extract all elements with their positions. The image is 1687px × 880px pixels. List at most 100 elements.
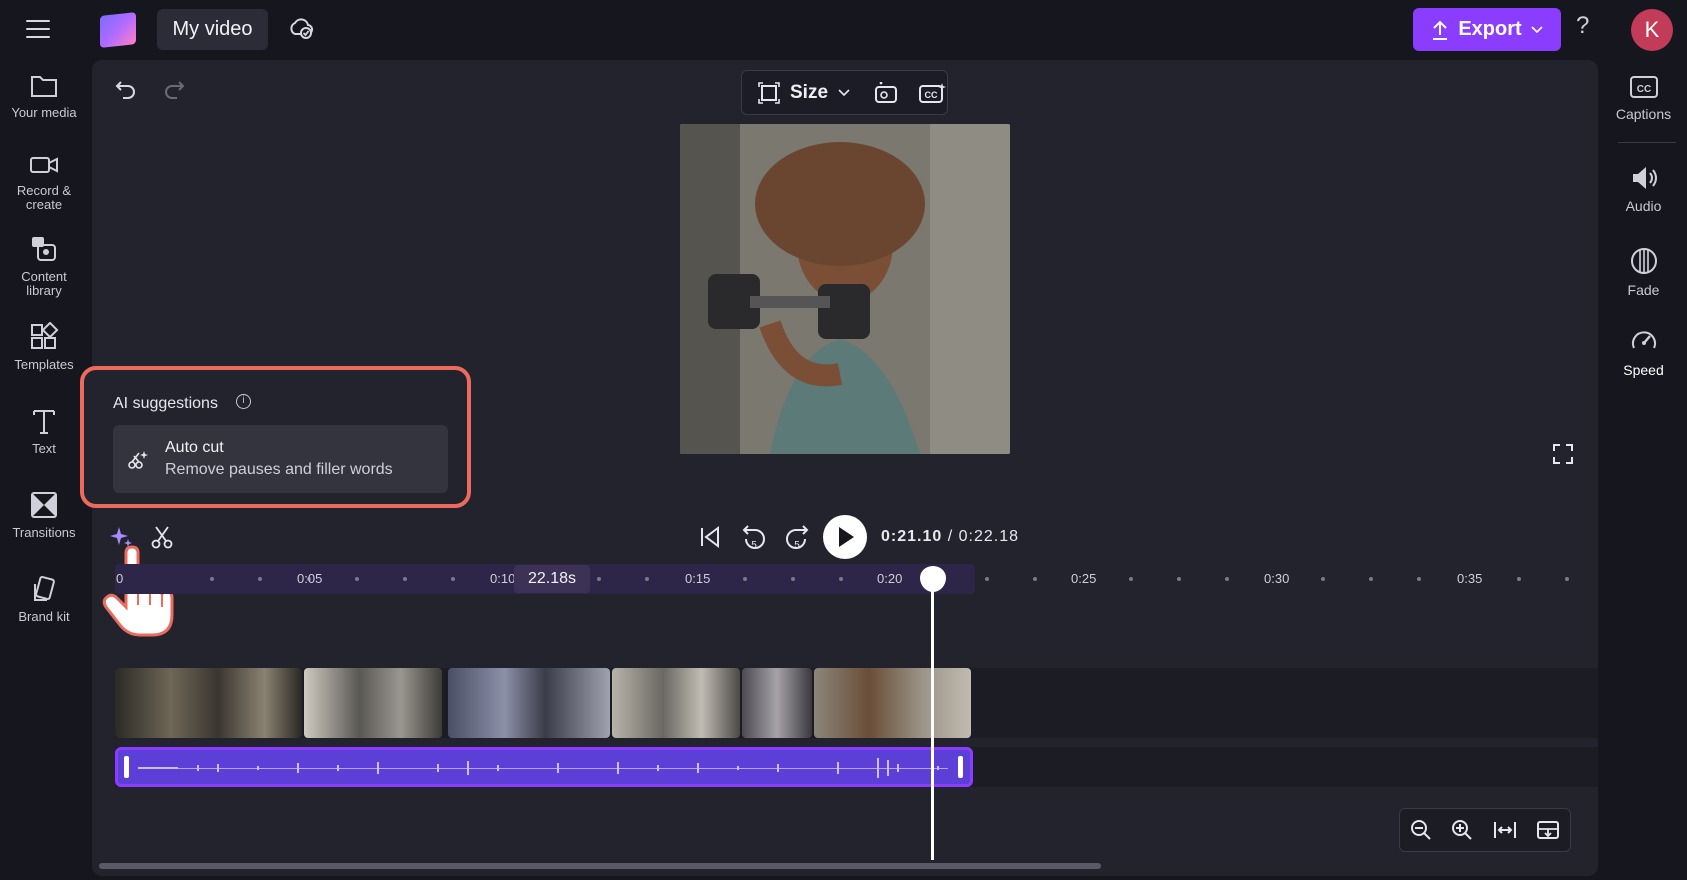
camera-icon bbox=[30, 157, 58, 173]
redo-icon[interactable] bbox=[162, 78, 186, 100]
sidebar-item-label: Templates bbox=[14, 357, 74, 372]
size-dropdown[interactable]: Size bbox=[790, 82, 828, 104]
timeline-scrollbar[interactable] bbox=[99, 863, 1101, 869]
sidebar-item-captions[interactable]: CC Captions bbox=[1600, 74, 1687, 122]
play-button[interactable] bbox=[823, 515, 867, 559]
brand-kit-icon bbox=[34, 575, 55, 601]
sidebar-item-content-library[interactable]: Content library bbox=[0, 234, 88, 298]
sidebar-item-your-media[interactable]: Your media bbox=[0, 72, 88, 120]
cloud-check-icon[interactable] bbox=[288, 16, 314, 40]
right-sidebar: CC Captions Audio Fade Speed bbox=[1600, 60, 1687, 880]
library-icon bbox=[32, 237, 56, 261]
trim-handle-right[interactable] bbox=[958, 756, 963, 778]
auto-cut-title: Auto cut bbox=[165, 439, 224, 456]
video-clip[interactable] bbox=[742, 668, 812, 738]
fade-icon bbox=[1630, 248, 1657, 274]
sidebar-item-label: Captions bbox=[1615, 106, 1672, 122]
undo-icon[interactable] bbox=[114, 78, 138, 100]
auto-cut-icon bbox=[128, 451, 148, 469]
info-icon[interactable]: i bbox=[236, 394, 251, 409]
captions-icon: CC bbox=[1629, 76, 1658, 98]
total-time: 0:22.18 bbox=[958, 528, 1020, 545]
time-separator: / bbox=[947, 528, 954, 545]
auto-cut-suggestion[interactable]: Auto cut Remove pauses and filler words bbox=[113, 425, 448, 493]
text-icon bbox=[33, 410, 55, 434]
background-removal-icon[interactable] bbox=[874, 81, 898, 104]
auto-captions-icon[interactable]: CC bbox=[918, 82, 947, 104]
sidebar-item-templates[interactable]: Templates bbox=[0, 322, 88, 372]
ruler-label: 0:05 bbox=[297, 571, 323, 586]
video-clip[interactable] bbox=[448, 668, 610, 738]
ruler-dot bbox=[1369, 577, 1373, 581]
ruler-dot bbox=[1417, 577, 1421, 581]
svg-text:CC: CC bbox=[925, 90, 938, 100]
svg-text:CC: CC bbox=[1636, 84, 1650, 95]
timecode: 0:21.10 / 0:22.18 bbox=[881, 528, 1019, 546]
sidebar-item-label: Transitions bbox=[12, 525, 76, 540]
audio-waveform-peaks bbox=[138, 758, 939, 778]
ruler-label: 0:10 bbox=[490, 571, 516, 586]
left-sidebar: Your media Record & create Content libra… bbox=[0, 60, 88, 880]
forward-5s-icon[interactable]: 5 bbox=[784, 522, 810, 552]
video-clip[interactable] bbox=[115, 668, 302, 738]
sidebar-item-speed[interactable]: Speed bbox=[1600, 326, 1687, 378]
video-frame-image bbox=[680, 124, 1010, 454]
svg-text:5: 5 bbox=[794, 540, 800, 551]
sidebar-item-label: Brand kit bbox=[18, 609, 70, 624]
rewind-5s-icon[interactable]: 5 bbox=[741, 522, 767, 552]
fullscreen-icon[interactable] bbox=[1552, 443, 1574, 465]
ruler-dot bbox=[1225, 577, 1229, 581]
zoom-controls bbox=[1399, 808, 1571, 852]
auto-cut-description: Remove pauses and filler words bbox=[165, 461, 393, 478]
video-clip[interactable] bbox=[814, 668, 971, 738]
ruler-label: 0:20 bbox=[877, 571, 903, 586]
playhead[interactable] bbox=[931, 578, 934, 860]
skip-to-start-icon[interactable] bbox=[699, 525, 721, 549]
svg-text:5: 5 bbox=[751, 540, 757, 551]
chevron-down-icon bbox=[1531, 25, 1543, 33]
audio-clip[interactable] bbox=[115, 747, 973, 787]
transitions-icon bbox=[31, 492, 57, 518]
upload-icon bbox=[1433, 20, 1448, 40]
resize-icon bbox=[758, 81, 780, 104]
sidebar-item-label: Record & create bbox=[16, 183, 72, 212]
sidebar-item-label: Audio bbox=[1625, 198, 1662, 214]
trim-handle-left[interactable] bbox=[124, 756, 129, 778]
speed-icon bbox=[1631, 331, 1656, 349]
sidebar-item-audio[interactable]: Audio bbox=[1600, 164, 1687, 214]
fit-to-window-icon[interactable] bbox=[1493, 819, 1517, 841]
video-clip[interactable] bbox=[304, 668, 442, 738]
ruler-label: 0:15 bbox=[685, 571, 711, 586]
ruler-dot bbox=[1033, 577, 1037, 581]
sidebar-item-fade[interactable]: Fade bbox=[1600, 246, 1687, 298]
expand-timeline-icon[interactable] bbox=[1536, 819, 1560, 841]
ruler-dot bbox=[839, 577, 843, 581]
sidebar-item-record-create[interactable]: Record & create bbox=[0, 152, 88, 212]
sidebar-item-brand-kit[interactable]: Brand kit bbox=[0, 574, 88, 624]
ai-suggestions-header: AI suggestions bbox=[113, 395, 218, 412]
ruler-dot bbox=[1129, 577, 1133, 581]
sidebar-item-text[interactable]: Text bbox=[0, 406, 88, 456]
ruler-label: 0 bbox=[116, 571, 124, 586]
help-icon[interactable]: ? bbox=[1576, 12, 1589, 40]
app-logo bbox=[100, 12, 136, 48]
duration-badge: 22.18s bbox=[514, 565, 590, 593]
ruler-dot bbox=[1177, 577, 1181, 581]
ruler-dot bbox=[985, 577, 989, 581]
timeline-ruler[interactable]: 0 0:05 0:10 22.18s 0:15 0:20 0:25 0:30 0… bbox=[115, 564, 1675, 594]
ai-suggestions-panel: AI suggestions i Auto cut Remove pauses … bbox=[80, 366, 471, 508]
avatar[interactable]: K bbox=[1631, 9, 1673, 51]
ruler-dot bbox=[355, 577, 359, 581]
project-title[interactable]: My video bbox=[157, 9, 268, 50]
sidebar-item-label: Text bbox=[32, 441, 56, 456]
export-label: Export bbox=[1458, 18, 1522, 40]
ruler-label: 0:35 bbox=[1457, 571, 1483, 586]
zoom-out-icon[interactable] bbox=[1410, 819, 1432, 841]
export-button[interactable]: Export bbox=[1413, 8, 1561, 51]
video-preview[interactable] bbox=[680, 124, 1010, 454]
zoom-in-icon[interactable] bbox=[1451, 819, 1473, 841]
video-clip[interactable] bbox=[612, 668, 740, 738]
hamburger-menu-icon[interactable] bbox=[26, 20, 50, 38]
folder-icon bbox=[31, 76, 57, 97]
sidebar-item-transitions[interactable]: Transitions bbox=[0, 490, 88, 540]
